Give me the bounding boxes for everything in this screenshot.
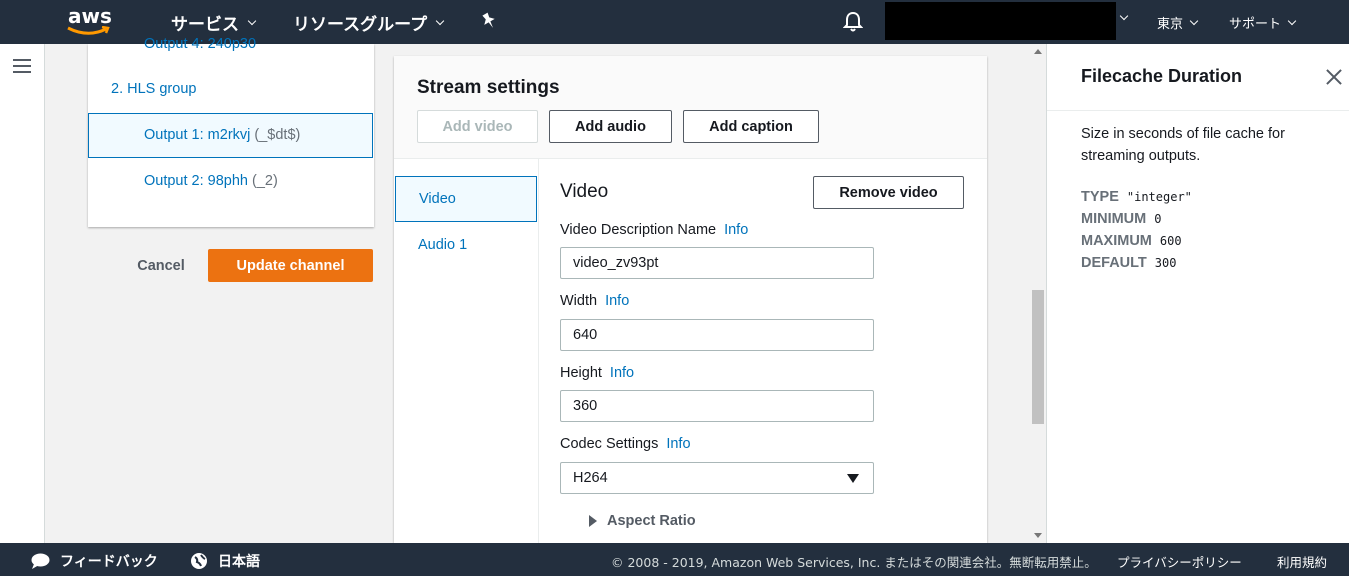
left-rail bbox=[0, 44, 45, 543]
dropdown-arrow-icon bbox=[847, 474, 859, 483]
pin-icon[interactable] bbox=[481, 12, 497, 30]
remove-video-button[interactable]: Remove video bbox=[813, 176, 964, 209]
add-video-button[interactable]: Add video bbox=[417, 110, 538, 143]
support-menu[interactable]: サポート bbox=[1229, 13, 1297, 32]
region-menu[interactable]: 東京 bbox=[1157, 13, 1199, 32]
stream-tabs: Video Audio 1 bbox=[394, 159, 539, 543]
chevron-down-icon bbox=[1189, 16, 1199, 25]
stream-settings-panel: Stream settings Add video Add audio Add … bbox=[394, 56, 987, 543]
help-type-row: TYPE "integer" bbox=[1081, 189, 1192, 205]
description-name-input[interactable] bbox=[560, 247, 874, 279]
footer: フィードバック 日本語 © 2008 - 2019, Amazon Web Se… bbox=[0, 543, 1349, 576]
height-input[interactable] bbox=[560, 390, 874, 422]
feedback-button[interactable]: フィードバック bbox=[31, 551, 158, 571]
update-channel-button[interactable]: Update channel bbox=[208, 249, 373, 282]
cancel-button[interactable]: Cancel bbox=[128, 251, 194, 281]
help-default-row: DEFAULT 300 bbox=[1081, 255, 1177, 271]
stream-settings-header: Stream settings Add video Add audio Add … bbox=[394, 56, 987, 159]
output-groups-card: Output 4: 240p30 2. HLS group Output 1: … bbox=[88, 36, 374, 227]
copyright-text: © 2008 - 2019, Amazon Web Services, Inc.… bbox=[611, 555, 1097, 570]
codec-settings-select[interactable]: H264 bbox=[560, 462, 874, 494]
aws-logo[interactable]: aws bbox=[66, 4, 116, 36]
aws-logo-text: aws bbox=[68, 4, 112, 28]
main-scrollbar[interactable] bbox=[1031, 44, 1045, 543]
codec-value: H264 bbox=[573, 470, 608, 486]
aspect-ratio-expander[interactable]: Aspect Ratio bbox=[589, 513, 696, 529]
output-suffix: (_$dt$) bbox=[254, 127, 301, 143]
resource-groups-menu[interactable]: リソースグループ bbox=[293, 10, 445, 35]
video-section-title: Video bbox=[560, 181, 609, 202]
globe-icon bbox=[191, 553, 207, 569]
chevron-down-icon[interactable] bbox=[1119, 11, 1129, 21]
tab-audio-1[interactable]: Audio 1 bbox=[395, 222, 537, 268]
help-header: Filecache Duration bbox=[1047, 44, 1349, 111]
description-name-label: Video Description Name Info bbox=[560, 222, 749, 238]
region-label: 東京 bbox=[1157, 17, 1184, 32]
terms-of-use-link[interactable]: 利用規約 bbox=[1277, 552, 1327, 571]
bell-icon[interactable] bbox=[843, 11, 863, 33]
output-name: Output 2: 98phh bbox=[144, 173, 248, 189]
info-link[interactable]: Info bbox=[724, 222, 748, 238]
width-label: Width Info bbox=[560, 293, 630, 309]
height-label: Height Info bbox=[560, 365, 635, 381]
close-icon[interactable] bbox=[1325, 68, 1343, 86]
scroll-up-arrow-icon[interactable] bbox=[1034, 49, 1042, 54]
services-menu[interactable]: サービス bbox=[171, 10, 257, 35]
output-suffix: (_2) bbox=[252, 173, 278, 189]
tab-video[interactable]: Video bbox=[395, 176, 537, 222]
language-label: 日本語 bbox=[218, 554, 260, 570]
feedback-label: フィードバック bbox=[60, 554, 158, 570]
caret-right-icon bbox=[589, 515, 597, 527]
chevron-down-icon bbox=[247, 16, 257, 25]
services-label: サービス bbox=[171, 15, 239, 35]
scrollbar-thumb[interactable] bbox=[1032, 290, 1044, 424]
aws-smile-icon bbox=[67, 26, 110, 35]
output-group-hls[interactable]: 2. HLS group bbox=[111, 81, 196, 97]
help-description: Size in seconds of file cache for stream… bbox=[1081, 126, 1285, 164]
output-item-2[interactable]: Output 2: 98phh (_2) bbox=[144, 173, 278, 189]
help-minimum-row: MINIMUM 0 bbox=[1081, 211, 1162, 227]
support-label: サポート bbox=[1229, 17, 1282, 32]
privacy-policy-link[interactable]: プライバシーポリシー bbox=[1117, 552, 1242, 571]
add-caption-button[interactable]: Add caption bbox=[683, 110, 819, 143]
codec-settings-label: Codec Settings Info bbox=[560, 436, 691, 452]
info-link[interactable]: Info bbox=[666, 436, 690, 452]
account-menu-redacted[interactable] bbox=[885, 2, 1116, 40]
help-title: Filecache Duration bbox=[1081, 66, 1243, 86]
help-panel: Filecache Duration Size in seconds of fi… bbox=[1046, 44, 1349, 543]
resource-groups-label: リソースグループ bbox=[293, 15, 428, 35]
stream-settings-title: Stream settings bbox=[417, 77, 560, 98]
output-name: Output 1: m2rkvj bbox=[144, 127, 251, 143]
width-input[interactable] bbox=[560, 319, 874, 351]
output-item-1: Output 1: m2rkvj (_$dt$) bbox=[144, 127, 300, 143]
language-selector[interactable]: 日本語 bbox=[190, 551, 260, 571]
chevron-down-icon bbox=[1287, 16, 1297, 25]
info-link[interactable]: Info bbox=[605, 293, 629, 309]
chevron-down-icon bbox=[435, 16, 445, 25]
menu-icon[interactable] bbox=[13, 59, 31, 77]
aspect-ratio-label: Aspect Ratio bbox=[607, 513, 696, 529]
add-audio-button[interactable]: Add audio bbox=[549, 110, 672, 143]
speech-bubble-icon bbox=[31, 553, 50, 569]
info-link[interactable]: Info bbox=[610, 365, 634, 381]
output-item-partial[interactable]: Output 4: 240p30 bbox=[144, 36, 256, 52]
output-item-selected[interactable]: Output 1: m2rkvj (_$dt$) bbox=[88, 113, 373, 158]
scroll-down-arrow-icon[interactable] bbox=[1034, 533, 1042, 538]
help-maximum-row: MAXIMUM 600 bbox=[1081, 233, 1182, 249]
